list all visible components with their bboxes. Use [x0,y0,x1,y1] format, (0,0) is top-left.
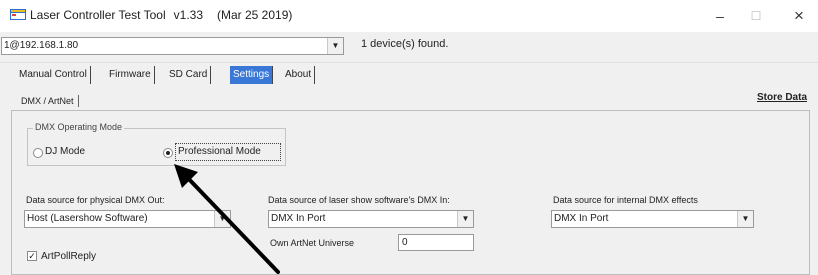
tab-about[interactable]: About [282,66,316,84]
title-bar: Laser Controller Test Tool v1.33 (Mar 25 2… [0,0,818,32]
operating-mode-legend: DMX Operating Mode [33,122,125,132]
tab-settings[interactable]: Settings [230,66,274,84]
maximize-button[interactable]: ☐ [744,6,768,26]
physical-dmx-label: Data source for physical DMX Out: [26,195,165,205]
chevron-down-icon[interactable]: ▼ [327,38,343,54]
internal-dmx-select[interactable]: DMX In Port ▼ [551,210,754,228]
app-date: (Mar 25 2019) [217,8,293,22]
artpoll-label: ArtPollReply [41,251,97,262]
device-select-value: 1@192.168.1.80 [4,40,79,51]
dj-mode-radio[interactable] [33,148,43,158]
tab-manual-control[interactable]: Manual Control [16,66,91,84]
app-icon [10,9,26,20]
dj-mode-label: DJ Mode [45,146,86,157]
app-name: Laser Controller Test Tool [30,8,166,22]
laser-dmx-label: Data source of laser show software's DMX… [268,195,450,205]
tab-firmware[interactable]: Firmware [106,66,155,84]
chevron-down-icon[interactable]: ▼ [737,211,753,227]
divider [0,62,818,63]
window-title: Laser Controller Test Tool v1.33 (Mar 25 2… [30,8,292,22]
professional-mode-radio[interactable] [163,148,173,158]
artpoll-checkbox[interactable]: ✓ [27,251,37,261]
physical-dmx-value: Host (Lasershow Software) [27,213,148,224]
device-select[interactable]: 1@192.168.1.80 ▼ [1,37,344,55]
minimize-button[interactable]: – [708,6,732,26]
artnet-universe-input[interactable]: 0 [398,234,474,251]
professional-mode-label: Professional Mode [178,146,261,157]
tab-sd-card[interactable]: SD Card [166,66,212,84]
annotation-arrow-icon [174,164,280,274]
subtab-dmx-artnet[interactable]: DMX / ArtNet [17,95,79,107]
store-data-button[interactable]: Store Data [757,92,807,103]
chevron-down-icon[interactable]: ▼ [457,211,473,227]
internal-dmx-value: DMX In Port [554,213,609,224]
device-found-status: 1 device(s) found. [361,38,449,50]
app-version: v1.33 [173,8,203,22]
internal-dmx-label: Data source for internal DMX effects [553,195,698,205]
close-button[interactable]: × [787,6,811,26]
laser-dmx-select[interactable]: DMX In Port ▼ [268,210,474,228]
